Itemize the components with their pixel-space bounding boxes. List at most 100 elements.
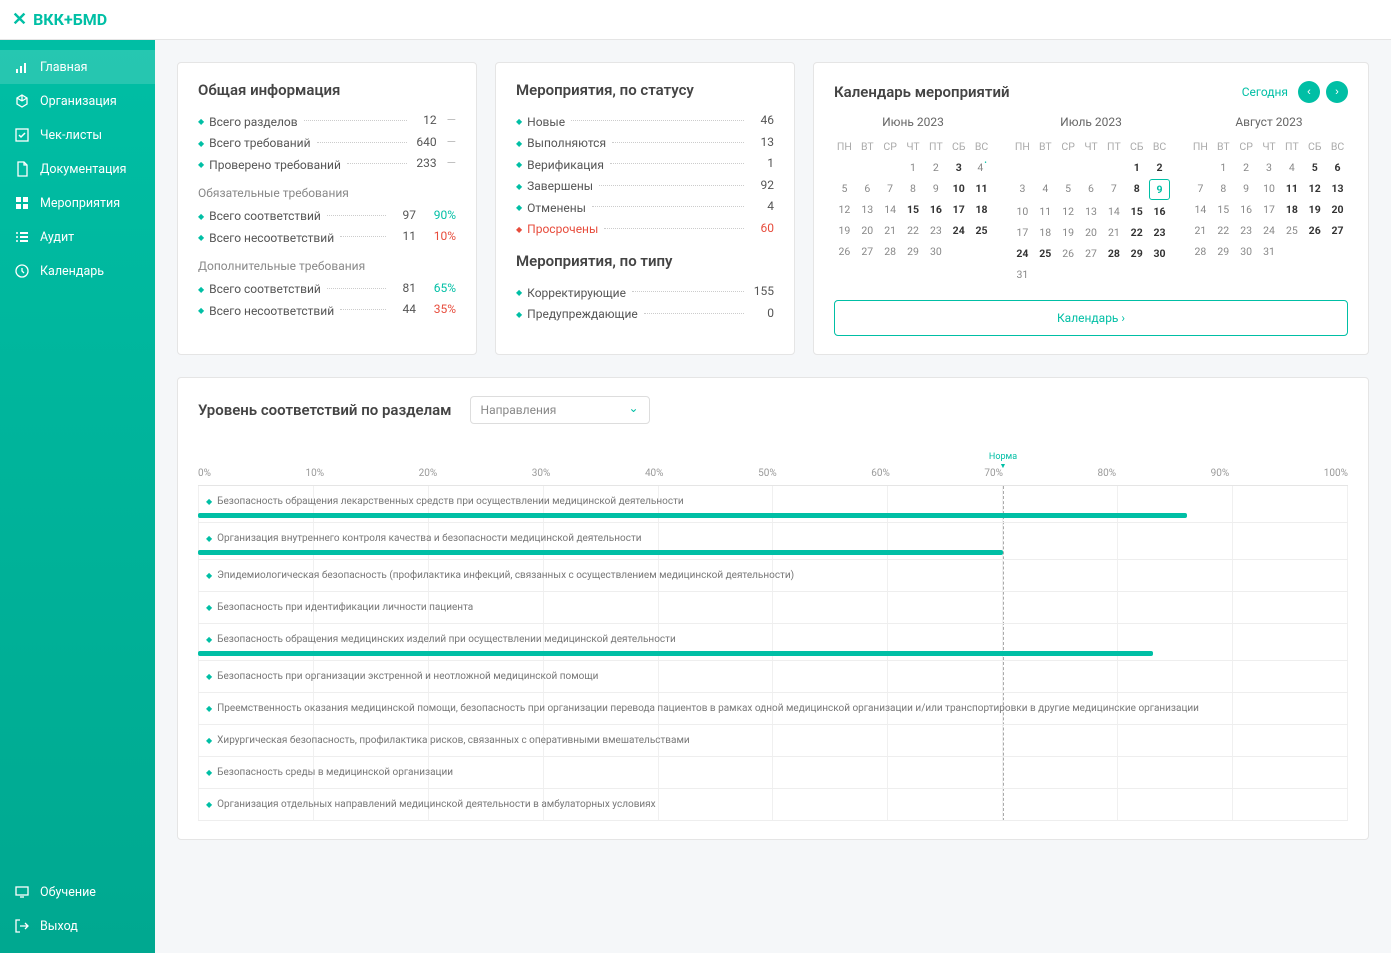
cal-day[interactable]: 13 (1327, 179, 1348, 198)
cal-day[interactable]: 8 (903, 179, 924, 198)
cal-day[interactable]: 27 (1327, 221, 1348, 240)
cal-day[interactable]: 15 (903, 200, 924, 219)
cal-day[interactable]: 7 (1103, 179, 1124, 200)
cal-day[interactable]: 5 (1058, 179, 1079, 200)
cal-day[interactable]: 17 (948, 200, 969, 219)
cal-day[interactable]: 9 (925, 179, 946, 198)
cal-day[interactable]: 18 (971, 200, 992, 219)
cal-day[interactable]: 1 (1126, 158, 1147, 177)
cal-day[interactable]: 9 (1149, 179, 1170, 200)
cal-day[interactable]: 15 (1213, 200, 1234, 219)
cal-day[interactable]: 13 (1081, 202, 1102, 221)
cal-day[interactable]: 30 (925, 242, 946, 261)
cal-day[interactable]: 23 (1149, 223, 1170, 242)
sidebar-item-bars[interactable]: Главная (0, 50, 155, 84)
cal-day[interactable]: 20 (857, 221, 878, 240)
cal-day[interactable]: 26 (834, 242, 855, 261)
sidebar-item-tv[interactable]: Обучение (0, 875, 155, 909)
cal-day[interactable]: 21 (1190, 221, 1211, 240)
cal-day[interactable]: 6 (857, 179, 878, 198)
cal-day[interactable]: 22 (1126, 223, 1147, 242)
cal-day[interactable]: 19 (1304, 200, 1325, 219)
cal-day[interactable]: 15 (1126, 202, 1147, 221)
cal-day[interactable]: 1 (903, 158, 924, 177)
cal-day[interactable]: 7 (1190, 179, 1211, 198)
cal-day[interactable]: 16 (1149, 202, 1170, 221)
cal-day[interactable]: 2 (925, 158, 946, 177)
cal-day[interactable]: 3 (1012, 179, 1033, 200)
cal-day[interactable]: 30 (1149, 244, 1170, 263)
cal-day[interactable]: 3 (948, 158, 969, 177)
cal-day[interactable]: 19 (1058, 223, 1079, 242)
cal-day[interactable]: 4 (1035, 179, 1056, 200)
cal-day[interactable]: 12 (834, 200, 855, 219)
cal-day[interactable]: 8 (1213, 179, 1234, 198)
cal-day[interactable]: 7 (880, 179, 901, 198)
cal-day[interactable]: 11 (971, 179, 992, 198)
cal-day[interactable]: 17 (1012, 223, 1033, 242)
cal-day[interactable]: 25 (1035, 244, 1056, 263)
cal-day[interactable]: 29 (1126, 244, 1147, 263)
cal-day[interactable]: 29 (903, 242, 924, 261)
cal-day[interactable]: 24 (948, 221, 969, 240)
today-link[interactable]: Сегодня (1242, 85, 1288, 99)
cal-day[interactable]: 23 (925, 221, 946, 240)
cal-day[interactable]: 24 (1259, 221, 1280, 240)
cal-day[interactable]: 1 (1213, 158, 1234, 177)
cal-day[interactable]: 4 (1281, 158, 1302, 177)
cal-day[interactable]: 21 (880, 221, 901, 240)
cal-day[interactable]: 27 (1081, 244, 1102, 263)
direction-select[interactable]: Направления (470, 396, 650, 424)
cal-day[interactable]: 9 (1236, 179, 1257, 198)
cal-day[interactable]: 14 (1103, 202, 1124, 221)
cal-day[interactable]: 14 (880, 200, 901, 219)
cal-day[interactable]: 26 (1058, 244, 1079, 263)
close-icon[interactable]: ✕ (12, 9, 27, 30)
cal-day[interactable]: 28 (1103, 244, 1124, 263)
sidebar-item-doc[interactable]: Документация (0, 152, 155, 186)
cal-day[interactable]: 16 (1236, 200, 1257, 219)
cal-day[interactable]: 28 (1190, 242, 1211, 261)
next-month-button[interactable]: › (1326, 81, 1348, 103)
cal-day[interactable]: 17 (1259, 200, 1280, 219)
cal-day[interactable]: 12 (1304, 179, 1325, 198)
cal-day[interactable]: 22 (903, 221, 924, 240)
cal-day[interactable]: 20 (1081, 223, 1102, 242)
cal-day[interactable]: 10 (948, 179, 969, 198)
cal-day[interactable]: 28 (880, 242, 901, 261)
sidebar-item-exit[interactable]: Выход (0, 909, 155, 943)
cal-day[interactable]: 30 (1236, 242, 1257, 261)
cal-day[interactable]: 31 (1012, 265, 1033, 284)
cal-day[interactable]: 11 (1035, 202, 1056, 221)
sidebar-item-org[interactable]: Организация (0, 84, 155, 118)
cal-day[interactable]: 31 (1259, 242, 1280, 261)
cal-day[interactable]: 16 (925, 200, 946, 219)
cal-day[interactable]: 4 (971, 158, 992, 177)
cal-day[interactable]: 24 (1012, 244, 1033, 263)
sidebar-item-clock[interactable]: Календарь (0, 254, 155, 288)
cal-day[interactable]: 2 (1236, 158, 1257, 177)
cal-day[interactable]: 10 (1259, 179, 1280, 198)
cal-day[interactable]: 5 (834, 179, 855, 198)
cal-day[interactable]: 6 (1327, 158, 1348, 177)
cal-day[interactable]: 27 (857, 242, 878, 261)
sidebar-item-list[interactable]: Аудит (0, 220, 155, 254)
prev-month-button[interactable]: ‹ (1298, 81, 1320, 103)
cal-day[interactable]: 14 (1190, 200, 1211, 219)
cal-day[interactable]: 19 (834, 221, 855, 240)
cal-day[interactable]: 5 (1304, 158, 1325, 177)
cal-day[interactable]: 10 (1012, 202, 1033, 221)
cal-day[interactable]: 8 (1126, 179, 1147, 200)
cal-day[interactable]: 25 (1281, 221, 1302, 240)
sidebar-item-grid[interactable]: Мероприятия (0, 186, 155, 220)
calendar-link-button[interactable]: Календарь › (834, 300, 1348, 336)
cal-day[interactable]: 20 (1327, 200, 1348, 219)
cal-day[interactable]: 21 (1103, 223, 1124, 242)
cal-day[interactable]: 6 (1081, 179, 1102, 200)
cal-day[interactable]: 29 (1213, 242, 1234, 261)
cal-day[interactable]: 2 (1149, 158, 1170, 177)
cal-day[interactable]: 23 (1236, 221, 1257, 240)
cal-day[interactable]: 18 (1035, 223, 1056, 242)
cal-day[interactable]: 13 (857, 200, 878, 219)
cal-day[interactable]: 18 (1281, 200, 1302, 219)
